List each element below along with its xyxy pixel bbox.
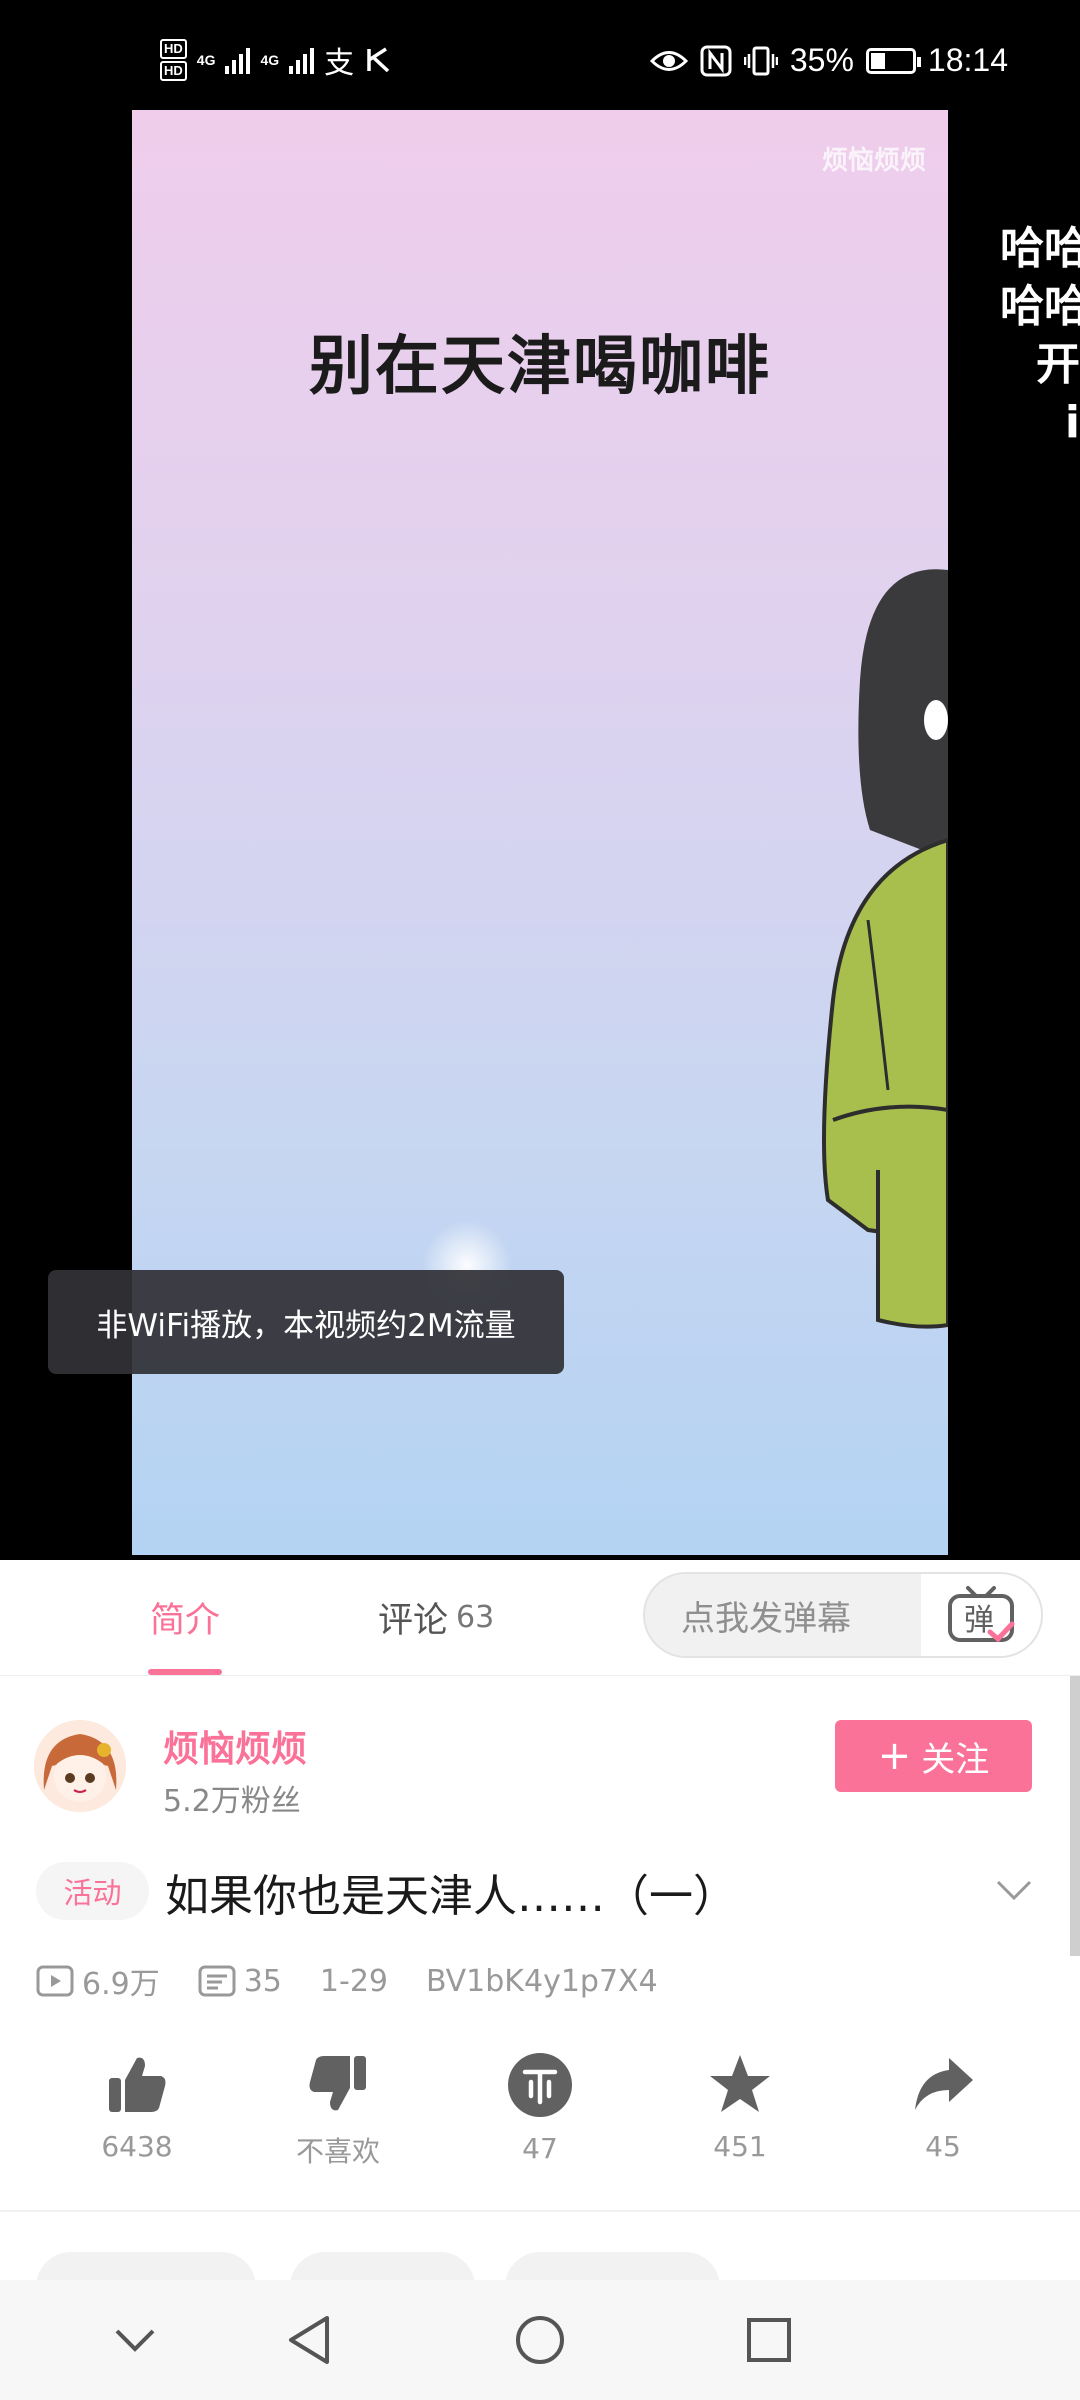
danmaku-line: i [1064, 397, 1080, 448]
tab-intro[interactable]: 简介 [148, 1560, 223, 1675]
danmaku-stat: 35 [198, 1964, 282, 1999]
network-type-2: 4G [260, 52, 280, 68]
avatar[interactable] [34, 1720, 126, 1812]
danmaku-input-placeholder[interactable]: 点我发弹幕 [681, 1574, 851, 1656]
video-watermark: 烦恼烦烦 [821, 146, 926, 176]
collapse-button[interactable] [75, 2280, 195, 2400]
dislike-label: 不喜欢 [295, 2135, 380, 2168]
favorite-count: 451 [713, 2130, 767, 2163]
bvid: BV1bK4y1p7X4 [426, 1963, 658, 1999]
video-title: 如果你也是天津人……（一） [165, 1871, 737, 1922]
notification-icon [367, 47, 390, 73]
plus-icon: + [877, 1733, 912, 1779]
danmaku-overlay: 哈哈 哈哈 开 i [1000, 220, 1080, 452]
star-icon [710, 2055, 770, 2112]
danmaku-tv-icon: 弹 [948, 1586, 1015, 1643]
danmaku-line: 开 [1036, 339, 1080, 390]
signal-icon-2 [289, 46, 315, 74]
tab-comments[interactable]: 评论 63 [378, 1560, 494, 1675]
play-count-icon [36, 1965, 74, 1997]
related-tag-chip[interactable] [36, 2252, 256, 2280]
status-left: HD HD 4G 4G 支 [160, 38, 394, 82]
danmaku-count-icon [198, 1965, 236, 1997]
home-circle-icon [516, 2316, 564, 2364]
related-tag-chip[interactable] [290, 2252, 475, 2280]
danmaku-line: 哈哈 [1000, 281, 1080, 332]
signal-icon [225, 46, 251, 74]
related-tag-chip[interactable] [505, 2252, 720, 2280]
tab-comments-label: 评论 [378, 1601, 449, 1641]
like-count: 6438 [101, 2130, 173, 2163]
chevron-down-icon [115, 2329, 155, 2352]
recents-button[interactable] [709, 2280, 829, 2400]
vibrate-icon [743, 46, 778, 75]
network-type-1: 4G [196, 52, 216, 68]
alipay-icon: 支 [324, 47, 355, 80]
danmaku-line: 哈哈 [1000, 223, 1080, 274]
share-count: 45 [925, 2130, 961, 2163]
danmaku-count: 35 [243, 1963, 282, 1999]
intro-content[interactable]: 烦恼烦烦 5.2万粉丝 + 关注 活动 如果你也是天津人……（一） 6.9万 3… [0, 1676, 1080, 2280]
uploader-name[interactable]: 烦恼烦烦 [163, 1720, 307, 1772]
dislike-button[interactable]: 不喜欢 [258, 2052, 418, 2170]
chevron-down-icon[interactable] [994, 1870, 1034, 1910]
clock: 18:14 [927, 42, 1008, 78]
hd-badges: HD HD [160, 39, 187, 81]
favorite-button[interactable]: 451 [660, 2052, 820, 2163]
follow-label: 关注 [921, 1739, 990, 1780]
activity-tag[interactable]: 活动 [36, 1862, 149, 1920]
recents-square-icon [747, 2318, 791, 2362]
thumbs-up-icon [109, 2057, 166, 2112]
video-player[interactable]: 烦恼烦烦 别在天津喝咖啡 非WiFi播放，本视频约2M流量 哈哈 哈哈 开 i [0, 110, 1080, 1560]
danmaku-toggle-button[interactable]: 弹 [921, 1574, 1041, 1656]
divider [0, 2210, 1080, 2212]
follow-button[interactable]: + 关注 [835, 1720, 1032, 1792]
coin-count: 47 [522, 2132, 558, 2165]
danmaku-input[interactable]: 点我发弹幕 弹 [643, 1572, 1043, 1658]
views-stat: 6.9万 [36, 1959, 160, 2003]
system-navigation-bar [0, 2280, 1080, 2400]
scrollbar[interactable] [1070, 1676, 1080, 1956]
battery-percent: 35% [789, 42, 854, 78]
home-button[interactable] [480, 2280, 600, 2400]
cartoon-character-image [822, 569, 948, 1329]
share-button[interactable]: 45 [863, 2052, 1023, 2163]
nfc-icon [700, 45, 732, 76]
coin-button[interactable]: 47 [460, 2052, 620, 2165]
eye-icon [649, 50, 688, 71]
views-count: 6.9万 [82, 1967, 160, 2002]
tab-active-indicator [148, 1669, 223, 1675]
back-button[interactable] [249, 2280, 369, 2400]
share-icon [915, 2058, 973, 2110]
avatar-image [34, 1720, 126, 1812]
back-triangle-icon [289, 2316, 329, 2364]
tab-intro-label: 简介 [150, 1601, 221, 1641]
hd-badge-1: HD [160, 39, 187, 59]
battery-icon [865, 47, 921, 74]
like-button[interactable]: 6438 [57, 2052, 217, 2163]
status-bar: HD HD 4G 4G 支 35% 18:14 [0, 0, 1080, 110]
publish-date: 1-29 [319, 1963, 388, 1999]
thumbs-down-icon [309, 2056, 366, 2111]
coin-icon [508, 2053, 572, 2117]
action-bar: 6438 不喜欢 47 451 45 [0, 2052, 1080, 2202]
video-meta: 6.9万 35 1-29 BV1bK4y1p7X4 [36, 1959, 696, 2003]
traffic-toast: 非WiFi播放，本视频约2M流量 [48, 1270, 564, 1374]
hd-badge-2: HD [160, 61, 187, 81]
fans-count: 5.2万粉丝 [163, 1784, 301, 1819]
comments-count: 63 [456, 1600, 495, 1635]
video-caption: 别在天津喝咖啡 [309, 330, 771, 404]
status-right: 35% 18:14 [649, 42, 1008, 79]
